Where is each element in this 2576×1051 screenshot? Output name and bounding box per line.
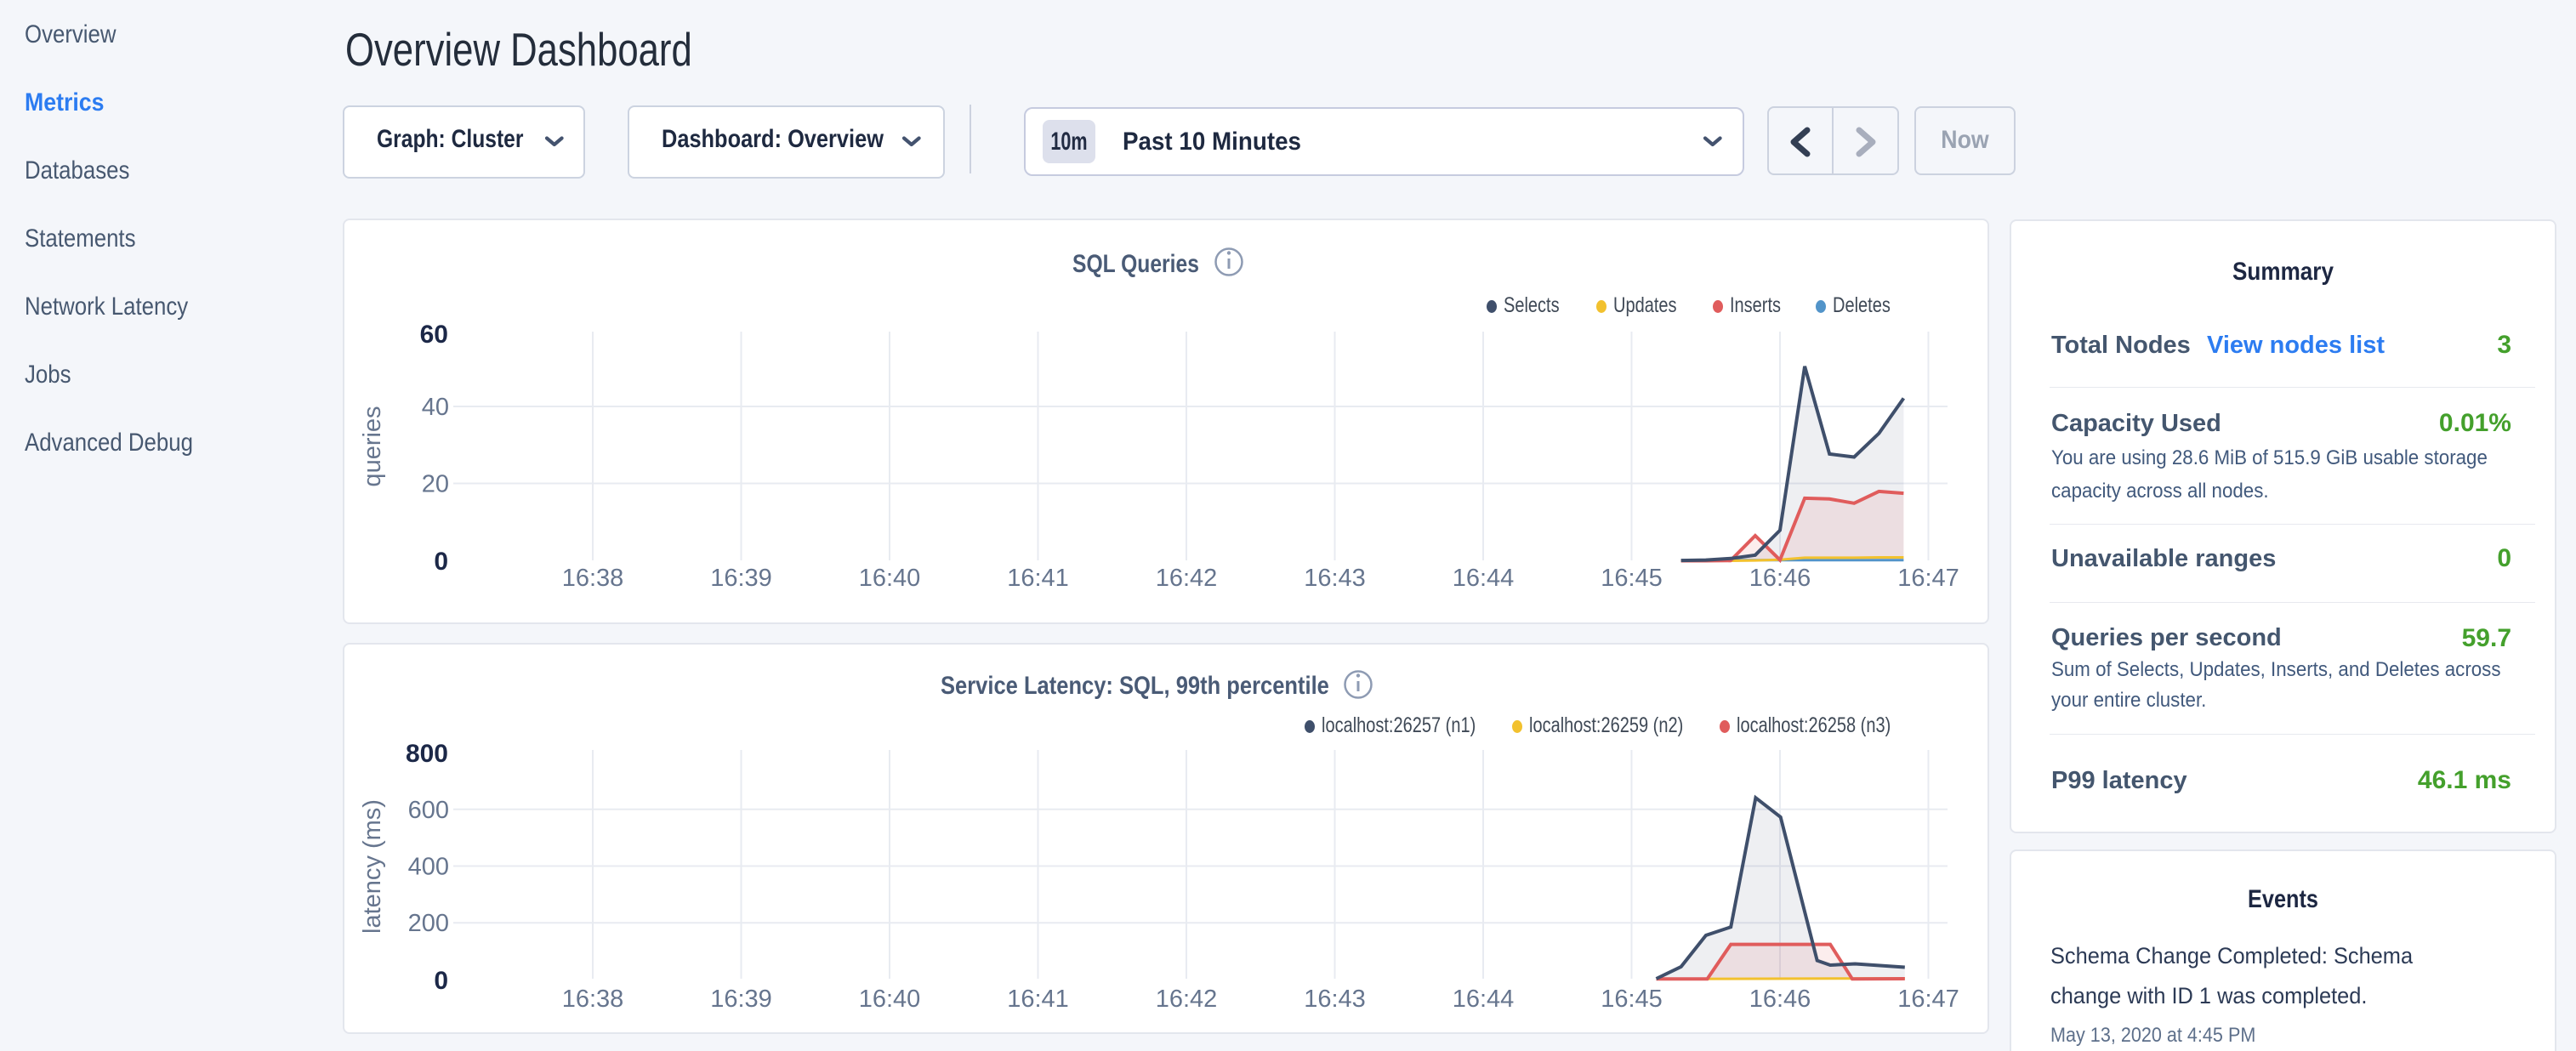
svg-text:16:39: 16:39 — [710, 565, 772, 592]
svg-text:0: 0 — [434, 548, 448, 576]
svg-text:16:39: 16:39 — [710, 986, 772, 1013]
svg-text:16:45: 16:45 — [1601, 565, 1663, 592]
svg-text:16:47: 16:47 — [1897, 986, 1959, 1013]
svg-text:16:42: 16:42 — [1156, 565, 1218, 592]
svg-text:16:46: 16:46 — [1749, 986, 1811, 1013]
svg-text:40: 40 — [422, 394, 449, 421]
svg-text:16:47: 16:47 — [1897, 565, 1959, 592]
svg-text:16:42: 16:42 — [1156, 986, 1218, 1013]
svg-text:16:41: 16:41 — [1007, 565, 1069, 592]
svg-text:16:40: 16:40 — [859, 986, 921, 1013]
svg-text:16:38: 16:38 — [562, 986, 624, 1013]
svg-text:16:44: 16:44 — [1453, 986, 1515, 1013]
svg-text:latency (ms): latency (ms) — [359, 799, 386, 934]
svg-text:400: 400 — [408, 854, 449, 881]
svg-text:20: 20 — [422, 471, 449, 498]
svg-text:16:41: 16:41 — [1007, 986, 1069, 1013]
svg-text:200: 200 — [408, 910, 449, 937]
svg-text:16:40: 16:40 — [859, 565, 921, 592]
svg-text:800: 800 — [406, 740, 448, 768]
svg-text:0: 0 — [434, 967, 448, 995]
svg-text:16:43: 16:43 — [1304, 986, 1366, 1013]
svg-text:16:46: 16:46 — [1749, 565, 1811, 592]
svg-text:16:38: 16:38 — [562, 565, 624, 592]
svg-text:600: 600 — [408, 797, 449, 824]
svg-text:16:44: 16:44 — [1453, 565, 1515, 592]
svg-text:16:43: 16:43 — [1304, 565, 1366, 592]
svg-text:16:45: 16:45 — [1601, 986, 1663, 1013]
svg-text:60: 60 — [420, 321, 448, 349]
svg-text:queries: queries — [359, 406, 386, 486]
